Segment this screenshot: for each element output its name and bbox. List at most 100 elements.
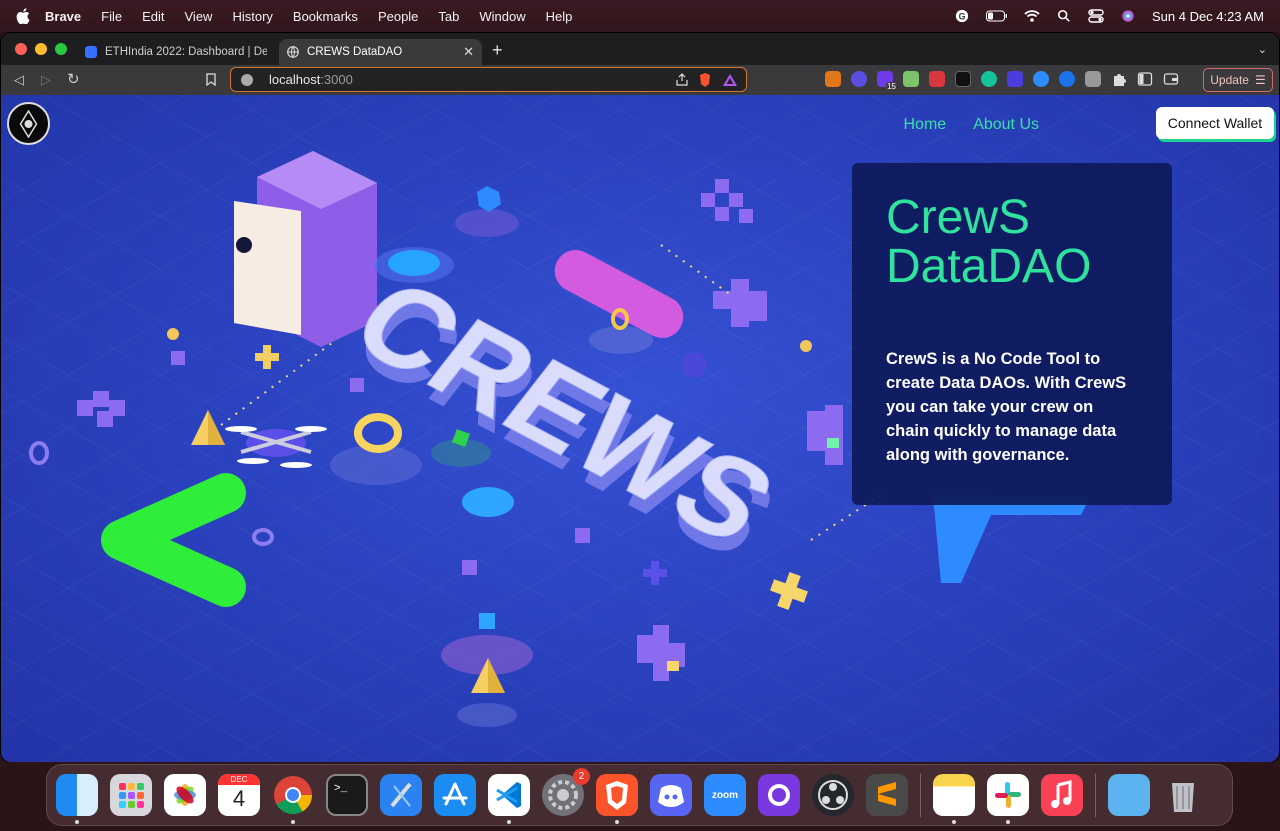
brave-browser-icon[interactable] [596,774,638,824]
tab-crews-datadao[interactable]: CREWS DataDAO ✕ [279,39,482,65]
extension-icon[interactable] [1007,71,1023,87]
window-controls [15,43,67,55]
extension-icon[interactable] [1033,71,1049,87]
menu-view[interactable]: View [185,9,213,24]
update-label: Update [1210,73,1249,87]
hero-title-line2: DataDAO [886,240,1092,293]
hero-card: CrewS DataDAO CrewS is a No Code Tool to… [852,163,1172,505]
calendar-icon[interactable]: DEC 4 [218,774,260,816]
puzzle-icon[interactable] [1111,71,1127,87]
reload-icon[interactable]: ↻ [67,70,80,88]
tab-bar: ETHIndia 2022: Dashboard | Devfolio CREW… [1,33,1279,65]
browser-window: ETHIndia 2022: Dashboard | Devfolio CREW… [1,33,1279,762]
nav-home-link[interactable]: Home [904,116,947,134]
extension-icon[interactable] [851,71,867,87]
extension-icon[interactable] [903,71,919,87]
devfolio-favicon-icon [85,46,97,58]
siri-icon[interactable] [1120,9,1136,23]
lock-icon[interactable] [929,71,945,87]
crews-logo-icon [19,109,38,139]
chevron-down-icon[interactable]: ⌄ [1258,43,1267,56]
sidebar-icon[interactable] [1137,71,1153,87]
grammarly-icon[interactable]: G [954,9,970,23]
menu-tab[interactable]: Tab [438,9,459,24]
menu-history[interactable]: History [232,9,272,24]
metamask-icon[interactable] [825,71,841,87]
apple-icon[interactable] [16,8,30,24]
site-info-icon[interactable] [241,73,253,86]
dock-divider [920,773,921,817]
menu-window[interactable]: Window [479,9,525,24]
extension-icon[interactable] [955,71,971,87]
downloads-folder-icon[interactable] [1108,774,1150,816]
close-window-button[interactable] [15,43,27,55]
music-icon[interactable] [1041,774,1083,816]
tab-ethindia[interactable]: ETHIndia 2022: Dashboard | Devfolio [77,39,275,65]
close-tab-icon[interactable]: ✕ [463,44,474,60]
extension-badge-count: 15 [886,82,897,91]
finder-icon[interactable] [56,774,98,824]
menu-help[interactable]: Help [546,9,573,24]
wifi-icon[interactable] [1024,9,1040,23]
dock: DEC 4 >_ 2 zoom [46,764,1233,826]
browser-toolbar: ◁ ▷ ↻ localhost:3000 15 Update ☰ [1,65,1279,95]
brave-rewards-icon[interactable] [722,73,738,87]
menu-bookmarks[interactable]: Bookmarks [293,9,358,24]
slack-icon[interactable] [987,774,1029,824]
control-center-icon[interactable] [1088,9,1104,23]
menu-icon: ☰ [1254,73,1266,87]
connect-wallet-button[interactable]: Connect Wallet [1156,107,1274,139]
brave-shields-icon[interactable] [698,72,712,88]
new-tab-button[interactable]: + [492,41,503,59]
xcode-icon[interactable] [380,774,422,816]
site-nav: Home About Us [904,116,1040,134]
trash-icon[interactable] [1162,774,1204,816]
launchpad-icon[interactable] [110,774,152,816]
menu-app-brave[interactable]: Brave [45,9,81,24]
url-host: localhost [269,72,321,87]
drone-shape [225,426,327,468]
url-port: :3000 [320,72,353,87]
nav-about-link[interactable]: About Us [973,116,1039,134]
photos-icon[interactable] [164,774,206,816]
system-preferences-icon[interactable]: 2 [542,768,590,816]
svg-text:G: G [959,12,966,22]
zoom-window-button[interactable] [55,43,67,55]
vscode-icon[interactable] [488,774,530,824]
menu-people[interactable]: People [378,9,418,24]
github-desktop-icon[interactable] [758,774,800,816]
battery-icon[interactable] [985,9,1008,23]
notes-icon[interactable] [933,774,975,824]
calendar-month: DEC [218,774,260,785]
extension-icon[interactable] [1059,71,1075,87]
forward-icon[interactable]: ▷ [41,72,51,88]
app-store-icon[interactable] [434,774,476,816]
address-bar[interactable]: localhost:3000 [230,67,747,92]
minimize-window-button[interactable] [35,43,47,55]
notion-icon[interactable] [1085,71,1101,87]
zoom-icon[interactable]: zoom [704,774,746,816]
extensions-bar: 15 [825,71,1179,91]
menu-file[interactable]: File [101,9,122,24]
extension-badge-icon[interactable]: 15 [877,71,897,91]
chrome-icon[interactable] [272,774,314,824]
menu-bar: Brave File Edit View History Bookmarks P… [0,0,1280,32]
back-icon[interactable]: ◁ [14,72,24,88]
menu-clock[interactable]: Sun 4 Dec 4:23 AM [1152,9,1264,24]
tab-title: CREWS DataDAO [307,46,403,58]
sublime-text-icon[interactable] [866,774,908,816]
globe-icon [287,46,299,58]
grammarly-icon[interactable] [981,71,997,87]
share-icon[interactable] [676,73,688,86]
terminal-icon[interactable]: >_ [326,774,368,816]
update-button[interactable]: Update ☰ [1203,68,1273,92]
address-actions [676,72,738,88]
search-icon[interactable] [1056,9,1072,23]
wallet-icon[interactable] [1163,71,1179,87]
site-logo[interactable] [7,102,50,145]
discord-icon[interactable] [650,774,692,816]
bookmark-icon[interactable] [206,73,216,86]
menu-edit[interactable]: Edit [142,9,164,24]
hero-description: CrewS is a No Code Tool to create Data D… [886,350,1127,464]
obs-icon[interactable] [812,774,854,816]
